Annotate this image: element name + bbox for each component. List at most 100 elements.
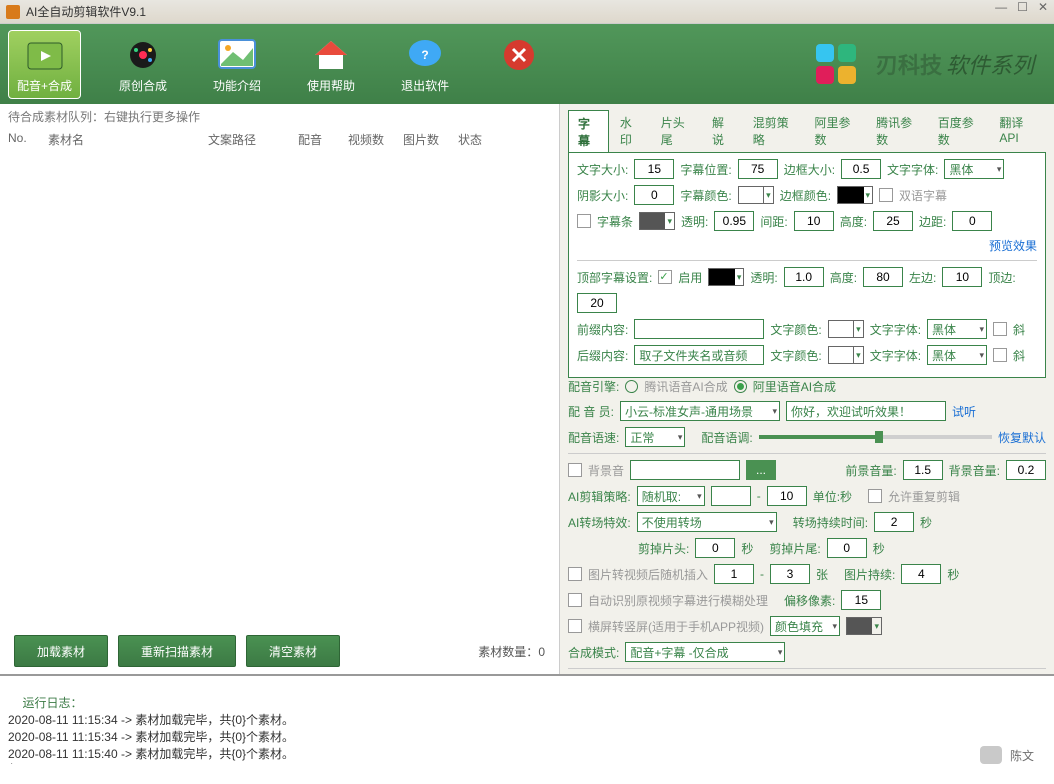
auto-blur-checkbox[interactable] (568, 593, 582, 607)
transition-dur-input[interactable] (874, 512, 914, 532)
suffix-color[interactable] (828, 346, 864, 364)
allow-dup-checkbox[interactable] (868, 489, 882, 503)
font-size-input[interactable] (634, 159, 674, 179)
tab-baidu-params[interactable]: 百度参数 (929, 110, 989, 153)
queue-hint: 待合成素材队列：右键执行更多操作 (0, 104, 559, 129)
pic-from-input[interactable] (714, 564, 754, 584)
bar-edge-input[interactable] (952, 211, 992, 231)
exit-icon (498, 35, 540, 75)
tab-narration[interactable]: 解说 (703, 110, 742, 153)
top-alpha-input[interactable] (784, 267, 824, 287)
bgm-path[interactable] (630, 460, 740, 480)
settings-tabs: 字幕 水印 片头尾 解说 混剪策略 阿里参数 腾讯参数 百度参数 翻译API (568, 110, 1046, 153)
tab-intro-outro[interactable]: 片头尾 (652, 110, 701, 153)
border-color[interactable] (837, 186, 873, 204)
reset-voice-link[interactable]: 恢复默认 (998, 429, 1046, 446)
rotate-mode-select[interactable]: 颜色填充 (770, 616, 840, 636)
trim-head-input[interactable] (695, 538, 735, 558)
pic-dur-input[interactable] (901, 564, 941, 584)
font-select[interactable]: 黑体 (944, 159, 1004, 179)
brand-subtext: 软件系列 (946, 48, 1034, 80)
material-count: 0 (538, 645, 545, 659)
window-title: AI全自动剪辑软件V9.1 (26, 3, 146, 20)
maximize-icon[interactable]: ☐ (1017, 0, 1028, 14)
voice-test-text[interactable]: 你好，欢迎试听效果！ (786, 401, 946, 421)
prefix-color[interactable] (828, 320, 864, 338)
engine-ali-radio[interactable] (734, 380, 747, 393)
rotate-color[interactable] (846, 617, 882, 635)
titlebar: AI全自动剪辑软件V9.1 — ☐ ✕ (0, 0, 1054, 24)
blur-offset-input[interactable] (841, 590, 881, 610)
suffix-font-select[interactable]: 黑体 (927, 345, 987, 365)
load-material-button[interactable]: 加载素材 (14, 635, 108, 667)
watermark: 陈文 (980, 746, 1034, 764)
engine-tencent-radio[interactable] (625, 380, 638, 393)
clapper-icon (24, 35, 66, 75)
tab-mix-strategy[interactable]: 混剪策略 (744, 110, 804, 153)
reel-icon (122, 35, 164, 75)
wechat-icon (980, 746, 1002, 764)
svg-text:?: ? (421, 48, 428, 62)
nav-features[interactable]: 功能介绍 (205, 31, 269, 98)
app-icon (6, 5, 20, 19)
ai-from-input[interactable] (711, 486, 751, 506)
rotate-checkbox[interactable] (568, 619, 582, 633)
log-panel: 运行日志： 2020-08-11 11:15:34 -> 素材加载完毕，共{0}… (0, 674, 1054, 764)
subtitle-pos-input[interactable] (738, 159, 778, 179)
tab-translate-api[interactable]: 翻译API (990, 110, 1046, 153)
top-top-input[interactable] (577, 293, 617, 313)
picture-icon (216, 35, 258, 75)
bar-color[interactable] (639, 212, 675, 230)
top-enable-checkbox[interactable] (658, 270, 672, 284)
tab-subtitle[interactable]: 字幕 (568, 110, 609, 153)
trim-tail-input[interactable] (827, 538, 867, 558)
preview-link[interactable]: 预览效果 (989, 237, 1037, 254)
tab-ali-params[interactable]: 阿里参数 (805, 110, 865, 153)
top-left-input[interactable] (942, 267, 982, 287)
prefix-italic-checkbox[interactable] (993, 322, 1007, 336)
bar-gap-input[interactable] (794, 211, 834, 231)
shadow-size-input[interactable] (634, 185, 674, 205)
border-size-input[interactable] (841, 159, 881, 179)
nav-home[interactable]: 使用帮助 (299, 31, 363, 98)
voice-speed-select[interactable]: 正常 (625, 427, 685, 447)
nav-exit[interactable]: 停止合成 (487, 31, 551, 98)
nav-voice-compose[interactable]: 配音+合成 (8, 30, 81, 99)
subtitle-bar-checkbox[interactable] (577, 214, 591, 228)
fg-volume-input[interactable] (903, 460, 943, 480)
pic2vid-checkbox[interactable] (568, 567, 582, 581)
material-grid[interactable] (0, 150, 559, 628)
bg-volume-input[interactable] (1006, 460, 1046, 480)
rescan-material-button[interactable]: 重新扫描素材 (118, 635, 236, 667)
top-color[interactable] (708, 268, 744, 286)
suffix-italic-checkbox[interactable] (993, 348, 1007, 362)
close-icon[interactable]: ✕ (1038, 0, 1048, 14)
tab-tencent-params[interactable]: 腾讯参数 (867, 110, 927, 153)
tab-watermark[interactable]: 水印 (611, 110, 650, 153)
ai-to-input[interactable] (767, 486, 807, 506)
minimize-icon[interactable]: — (995, 0, 1007, 14)
voice-actor-select[interactable]: 小云-标准女声-通用场景 (620, 401, 780, 421)
pic-to-input[interactable] (770, 564, 810, 584)
suffix-input[interactable]: 取子文件夹名或音频 (634, 345, 764, 365)
ai-strategy-select[interactable]: 随机取: (637, 486, 705, 506)
subtitle-color[interactable] (738, 186, 774, 204)
table-header: No. 素材名 文案路径 配音 视频数 图片数 状态 (0, 129, 559, 150)
pitch-slider[interactable] (759, 435, 992, 439)
bar-alpha-input[interactable] (714, 211, 754, 231)
nav-help[interactable]: ? 退出软件 (393, 31, 457, 98)
bgm-checkbox[interactable] (568, 463, 582, 477)
nav-original-compose[interactable]: 原创合成 (111, 31, 175, 98)
house-icon (310, 35, 352, 75)
compose-mode-select[interactable]: 配音+字幕 -仅合成 (625, 642, 785, 662)
brand-logo (816, 44, 856, 84)
bar-height-input[interactable] (873, 211, 913, 231)
clear-material-button[interactable]: 清空素材 (246, 635, 340, 667)
top-height-input[interactable] (863, 267, 903, 287)
transition-select[interactable]: 不使用转场 (637, 512, 777, 532)
bilingual-checkbox[interactable] (879, 188, 893, 202)
prefix-font-select[interactable]: 黑体 (927, 319, 987, 339)
bgm-browse-button[interactable]: ... (746, 460, 776, 480)
prefix-input[interactable] (634, 319, 764, 339)
play-test-link[interactable]: 试听 (952, 403, 976, 420)
